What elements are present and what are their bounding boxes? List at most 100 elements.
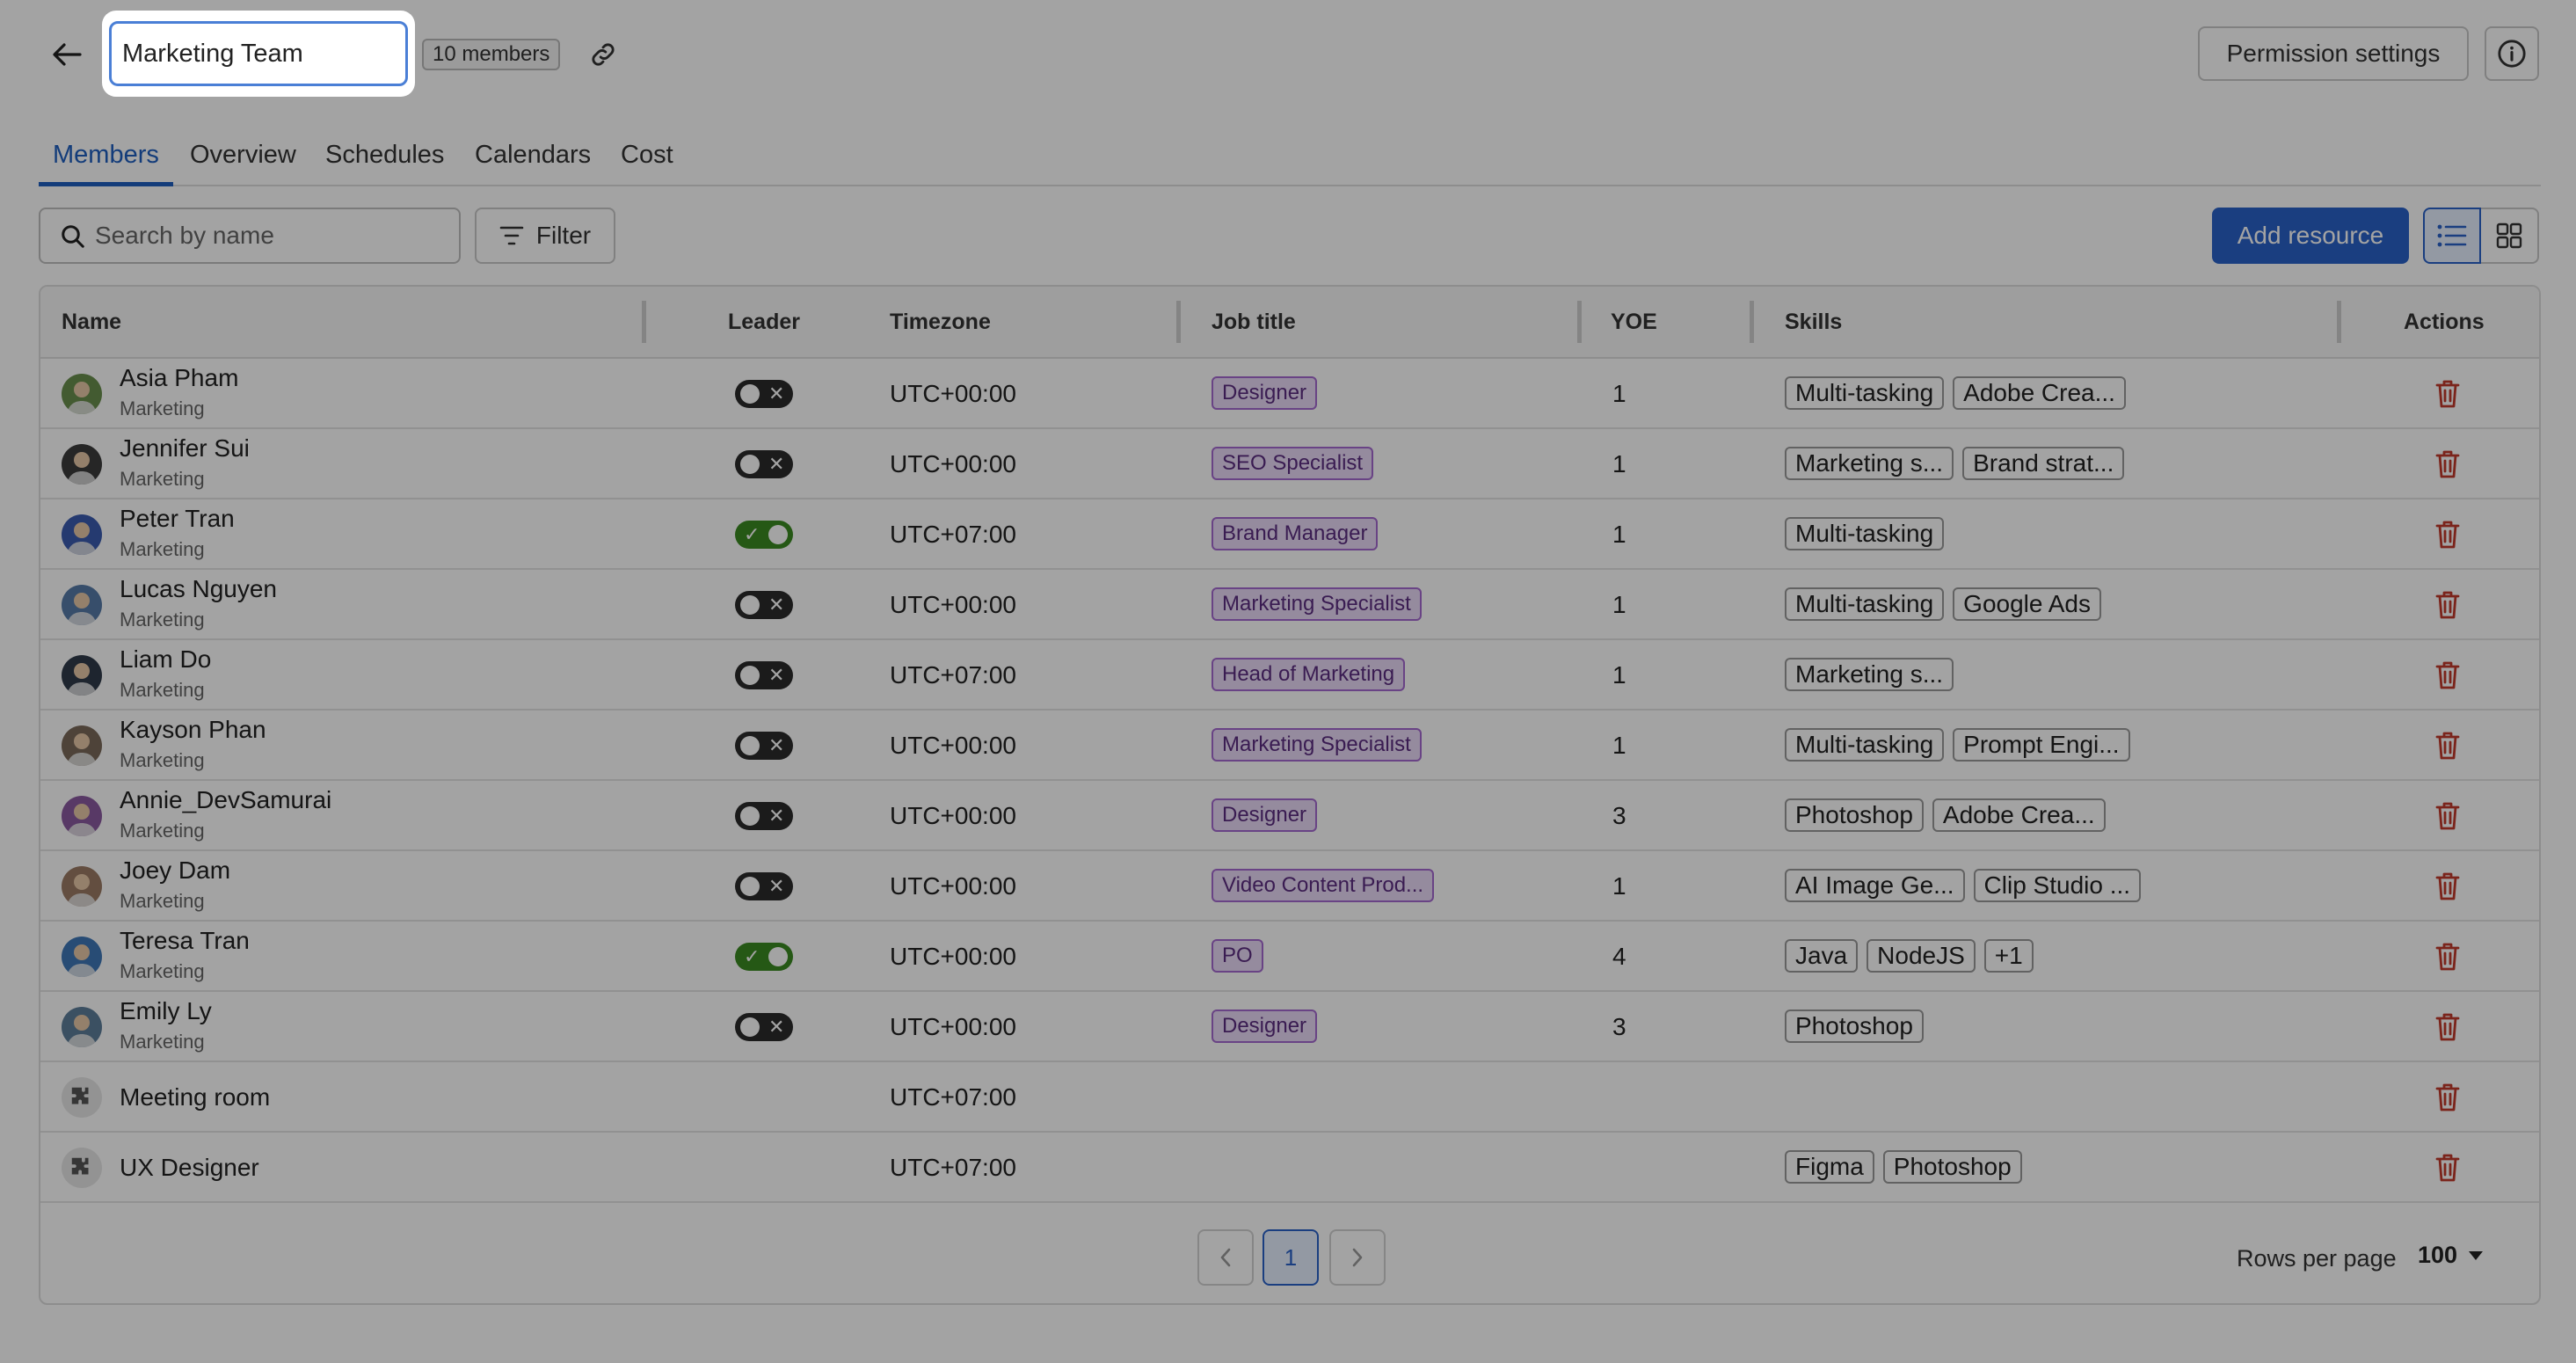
table-row[interactable]: Peter Tran Marketing ✓ UTC+07:00 Brand M… [40,499,2539,570]
rows-per-page-select[interactable]: 100 [2418,1242,2484,1269]
timezone-value: UTC+00:00 [890,1013,1016,1040]
table-row[interactable]: Liam Do Marketing ✕ UTC+07:00 Head of Ma… [40,640,2539,711]
tab-cost[interactable]: Cost [607,141,688,186]
header-leader[interactable]: Leader [728,310,800,335]
column-resize-handle[interactable] [1577,301,1582,343]
delete-button[interactable] [2430,1078,2465,1117]
table-row[interactable]: Annie_DevSamurai Marketing ✕ UTC+00:00 D… [40,781,2539,851]
trash-icon [2435,872,2460,900]
job-title-tag: Brand Manager [1212,517,1379,550]
table-row[interactable]: Emily Ly Marketing ✕ UTC+00:00 Designer … [40,992,2539,1062]
skill-tag: Multi-tasking [1785,517,1945,550]
column-resize-handle[interactable] [1750,301,1754,343]
table-row[interactable]: Joey Dam Marketing ✕ UTC+00:00 Video Con… [40,851,2539,922]
check-icon: ✓ [744,523,760,545]
leader-toggle[interactable]: ✕ [735,802,793,830]
yoe-value: 1 [1612,872,1626,900]
leader-toggle[interactable]: ✕ [735,1013,793,1041]
table-row[interactable]: Jennifer Sui Marketing ✕ UTC+00:00 SEO S… [40,429,2539,499]
delete-button[interactable] [2430,1008,2465,1046]
leader-toggle[interactable]: ✕ [735,591,793,619]
delete-button[interactable] [2430,937,2465,976]
rows-per-page-value: 100 [2418,1242,2458,1268]
table-row[interactable]: Lucas Nguyen Marketing ✕ UTC+00:00 Marke… [40,570,2539,640]
tab-overview[interactable]: Overview [176,141,310,186]
delete-button[interactable] [2430,1148,2465,1187]
skills-list: Marketing s... Brand strat... [1785,447,2125,480]
skills-list: Multi-tasking [1785,517,1945,550]
back-button[interactable] [46,33,88,76]
permission-settings-button[interactable]: Permission settings [2198,26,2469,81]
members-table: Name Leader Timezone Job title YOE Skill… [39,285,2541,1305]
tab-schedules[interactable]: Schedules [311,141,458,186]
tab-calendars[interactable]: Calendars [461,141,605,186]
list-view-toggle[interactable] [2423,208,2481,264]
delete-button[interactable] [2430,797,2465,835]
delete-button[interactable] [2430,726,2465,765]
info-button[interactable] [2485,26,2539,81]
member-team: Marketing [120,820,205,842]
member-name: Asia Pham [120,364,239,391]
leader-toggle[interactable]: ✕ [735,732,793,760]
skills-list: Java NodeJS +1 [1785,939,2034,973]
leader-toggle[interactable]: ✓ [735,521,793,549]
filter-button[interactable]: Filter [475,208,615,264]
search-input[interactable] [95,216,447,255]
column-resize-handle[interactable] [1176,301,1181,343]
search-icon [60,223,86,254]
member-name: Liam Do [120,645,212,673]
member-name: Lucas Nguyen [120,575,278,602]
job-title-tag: Video Content Prod... [1212,869,1435,902]
job-title-tag: Designer [1212,798,1318,832]
trash-icon [2435,1154,2460,1182]
delete-button[interactable] [2430,375,2465,413]
delete-button[interactable] [2430,656,2465,695]
delete-button[interactable] [2430,445,2465,484]
table-row[interactable]: Kayson Phan Marketing ✕ UTC+00:00 Market… [40,711,2539,781]
yoe-value: 1 [1612,521,1626,548]
table-row[interactable]: Teresa Tran Marketing ✓ UTC+00:00 PO 4 J… [40,922,2539,992]
avatar [62,655,102,696]
skill-tag: Marketing s... [1785,447,1954,480]
copy-link-button[interactable] [584,35,622,74]
member-team: Marketing [120,749,205,771]
trash-icon [2435,521,2460,549]
tab-members[interactable]: Members [39,141,173,186]
column-resize-handle[interactable] [642,301,646,343]
leader-toggle[interactable]: ✕ [735,661,793,689]
skill-tag: AI Image Ge... [1785,869,1965,902]
yoe-value: 3 [1612,1013,1626,1040]
timezone-value: UTC+07:00 [890,1083,1016,1111]
delete-button[interactable] [2430,586,2465,624]
leader-toggle[interactable]: ✕ [735,450,793,478]
leader-toggle[interactable]: ✓ [735,943,793,971]
grid-view-toggle[interactable] [2481,208,2539,264]
timezone-value: UTC+07:00 [890,1154,1016,1181]
page-number-button[interactable]: 1 [1263,1229,1319,1286]
delete-button[interactable] [2430,867,2465,906]
column-resize-handle[interactable] [2337,301,2341,343]
search-box[interactable] [39,208,461,264]
team-name-input[interactable] [109,21,408,86]
table-row[interactable]: UX Designer UTC+07:00 Figma Photoshop [40,1133,2539,1203]
previous-page-button[interactable] [1197,1229,1254,1286]
next-page-button[interactable] [1329,1229,1386,1286]
header-job-title[interactable]: Job title [1212,310,1296,335]
header-yoe[interactable]: YOE [1611,310,1657,335]
leader-toggle[interactable]: ✕ [735,872,793,900]
header-skills[interactable]: Skills [1785,310,1842,335]
skill-tag[interactable]: +1 [1983,939,2034,973]
trash-icon [2435,1013,2460,1041]
table-row[interactable]: Meeting room UTC+07:00 [40,1062,2539,1133]
add-resource-button[interactable]: Add resource [2212,208,2409,264]
trash-icon [2435,380,2460,408]
header-timezone[interactable]: Timezone [890,310,991,335]
leader-toggle[interactable]: ✕ [735,380,793,408]
delete-button[interactable] [2430,515,2465,554]
yoe-value: 1 [1612,450,1626,477]
header-name[interactable]: Name [62,310,121,335]
user-avatar-icon [67,522,97,555]
table-row[interactable]: Asia Pham Marketing ✕ UTC+00:00 Designer… [40,359,2539,429]
x-icon: ✕ [768,383,785,405]
member-name: Jennifer Sui [120,434,250,462]
